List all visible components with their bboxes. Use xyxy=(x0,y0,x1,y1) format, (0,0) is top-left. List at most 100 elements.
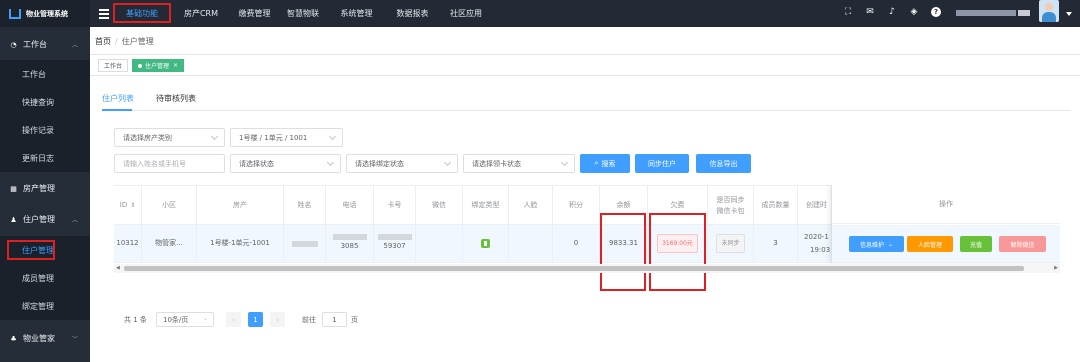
sidebar-group-workbench[interactable]: ◔ 工作台 ︿ xyxy=(0,31,90,58)
sidebar-item-members[interactable]: 成员管理 xyxy=(0,264,90,292)
nav-basic[interactable]: 基础功能 xyxy=(113,3,171,23)
chevron-up-icon: ︿ xyxy=(71,42,78,49)
sidebar-item-resident[interactable]: 住户管理 xyxy=(0,236,90,264)
nav-payment[interactable]: 缴费管理 xyxy=(231,0,278,27)
page-size-select[interactable]: 10条/页 ⌄ xyxy=(156,312,214,327)
td-created: 2020-1 19:03 xyxy=(798,225,832,262)
menu-toggle-icon[interactable] xyxy=(99,9,109,21)
th-id[interactable]: ID ⇕ xyxy=(114,186,142,225)
th-card: 卡号 xyxy=(374,186,416,225)
sidebar-group-label: 房产管理 xyxy=(23,184,55,193)
app-title: 物业管理系统 xyxy=(26,9,68,18)
top-nav: 基础功能 房产CRM 缴费管理 智慧物联 系统管理 数据报表 社区应用 xyxy=(113,0,492,27)
select-value: 请选择房产类别 xyxy=(123,133,172,142)
name-phone-input[interactable]: 请输入姓名或手机号 xyxy=(114,154,225,173)
chevron-down-icon: ﹀ xyxy=(71,336,78,343)
user-dropdown-icon[interactable] xyxy=(1066,12,1072,16)
sitemap-icon: ♣ xyxy=(10,334,17,343)
breadcrumb-home[interactable]: 首页 xyxy=(95,37,111,46)
export-button[interactable]: 信息导出 xyxy=(696,154,751,173)
select-value: 请选择状态 xyxy=(239,159,274,168)
house-type-select[interactable]: 请选择房产类别 xyxy=(114,128,225,147)
bell-icon[interactable]: ♪ xyxy=(887,7,897,17)
prev-page-button[interactable]: ‹ xyxy=(226,312,241,327)
nav-system[interactable]: 系统管理 xyxy=(328,0,385,27)
tag-resident[interactable]: 住户管理 × xyxy=(132,59,185,72)
th-members: 成员数量 xyxy=(754,186,798,225)
close-icon[interactable]: × xyxy=(173,62,178,69)
th-label: ID xyxy=(119,201,128,209)
sidebar-group-house[interactable]: ▦ 房产管理 xyxy=(0,175,90,202)
nav-iot[interactable]: 智慧物联 xyxy=(278,0,328,27)
sync-residents-button[interactable]: 同步住户 xyxy=(635,154,689,173)
tab-pending-list[interactable]: 待审核列表 xyxy=(156,93,196,104)
sidebar-item-quick-query[interactable]: 快捷查询 xyxy=(0,88,90,116)
breadcrumb-current: 住户管理 xyxy=(121,37,154,46)
sidebar-group-label: 物业管家 xyxy=(23,334,55,343)
td-community: 物管家... xyxy=(142,225,197,262)
sidebar-item-workbench[interactable]: 工作台 xyxy=(0,60,90,88)
user-icon: ♟ xyxy=(10,215,17,224)
user-name-blurred xyxy=(956,10,1016,16)
input-placeholder: 请输入姓名或手机号 xyxy=(123,159,186,168)
sidebar-item-changelog[interactable]: 更新日志 xyxy=(0,144,90,172)
message-icon[interactable]: ✉ xyxy=(865,7,875,17)
top-bar: 物业管理系统 基础功能 房产CRM 缴费管理 智慧物联 系统管理 数据报表 社区… xyxy=(0,0,1080,27)
fullscreen-icon[interactable]: ⛶ xyxy=(843,7,853,17)
breadcrumb: 首页 / 住户管理 xyxy=(95,37,154,46)
sidebar-item-oplog[interactable]: 操作记录 xyxy=(0,116,90,144)
sidebar-group-butler[interactable]: ♣ 物业管家 ﹀ xyxy=(0,325,90,352)
sort-icon[interactable]: ⇕ xyxy=(130,200,135,211)
dashboard-icon: ◔ xyxy=(10,40,17,49)
th-phone: 电话 xyxy=(326,186,374,225)
house-cascader[interactable]: 1号楼 / 1单元 / 1001 xyxy=(230,128,343,147)
main-content: 首页 / 住户管理 工作台 住户管理 × 住户列表 待审核列表 请选择房产类别 1号… xyxy=(90,27,1080,362)
recharge-button[interactable]: 充值 xyxy=(960,236,992,252)
bind-type-icon[interactable] xyxy=(481,239,490,248)
horizontal-scrollbar[interactable]: ◀ ▶ xyxy=(114,264,1060,273)
td-house: 1号楼-1单元-1001 xyxy=(197,225,284,262)
search-icon: ⌕ xyxy=(594,159,599,167)
scroll-thumb[interactable] xyxy=(124,266,1024,271)
page-number[interactable]: 1 xyxy=(248,312,263,327)
search-button[interactable]: ⌕ 搜索 xyxy=(580,154,630,173)
next-page-button[interactable]: › xyxy=(270,312,285,327)
sidebar: ◔ 工作台 ︿ 工作台 快捷查询 操作记录 更新日志 ▦ 房产管理 ♟ 住户管理… xyxy=(0,27,90,362)
sidebar-item-binding[interactable]: 绑定管理 xyxy=(0,292,90,320)
name-blurred xyxy=(291,240,318,247)
td-sync-wechat: 未同步 xyxy=(708,225,754,262)
button-label: 信息维护 xyxy=(859,241,884,249)
scroll-left-icon[interactable]: ◀ xyxy=(116,265,120,271)
tab-resident-list[interactable]: 住户列表 xyxy=(102,93,134,104)
th-name: 姓名 xyxy=(284,186,326,225)
layers-icon[interactable]: ◈ xyxy=(909,7,919,17)
phone-tail: 3085 xyxy=(340,242,359,250)
th-wechat: 微信 xyxy=(416,186,463,225)
face-manage-button[interactable]: 人脸管理 xyxy=(907,236,953,252)
ops-column: 操作 信息维护 ⌄ 人脸管理 充值 解除微信 xyxy=(832,185,1060,263)
nav-reports[interactable]: 数据报表 xyxy=(385,0,440,27)
select-value: 1号楼 / 1单元 / 1001 xyxy=(239,133,308,142)
chevron-down-icon xyxy=(326,158,335,167)
avatar[interactable] xyxy=(1039,0,1059,22)
status-select[interactable]: 请选择状态 xyxy=(230,154,341,173)
bind-status-select[interactable]: 请选择绑定状态 xyxy=(346,154,458,173)
card-status-select[interactable]: 请选择领卡状态 xyxy=(463,154,575,173)
button-label: 搜索 xyxy=(601,159,616,168)
chevron-down-icon: ⌄ xyxy=(202,315,208,322)
chevron-down-icon xyxy=(210,132,219,141)
balance-highlight xyxy=(600,213,646,291)
help-icon[interactable]: ? xyxy=(931,7,941,17)
sidebar-group-resident[interactable]: ♟ 住户管理 ︿ xyxy=(0,206,90,233)
info-maintain-dropdown[interactable]: 信息维护 ⌄ xyxy=(849,236,904,252)
scroll-right-icon[interactable]: ▶ xyxy=(1054,265,1058,271)
nav-community[interactable]: 社区应用 xyxy=(440,0,492,27)
nav-house-crm[interactable]: 房产CRM xyxy=(171,0,231,27)
unbind-wechat-button[interactable]: 解除微信 xyxy=(999,236,1046,252)
tag-workbench[interactable]: 工作台 xyxy=(98,59,129,72)
td-points: 0 xyxy=(553,225,600,262)
goto-input[interactable]: 1 xyxy=(322,312,347,327)
logo[interactable]: 物业管理系统 xyxy=(0,0,90,27)
created-date: 2020-1 xyxy=(804,232,829,241)
arrears-highlight xyxy=(649,213,706,291)
